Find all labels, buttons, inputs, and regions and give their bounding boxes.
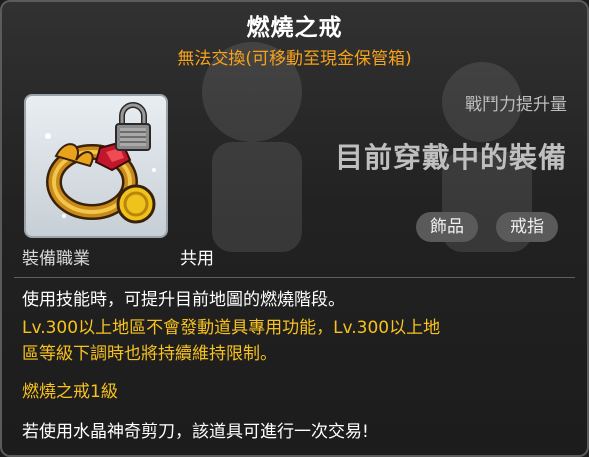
trade-restriction: 無法交換(可移動至現金保管箱)	[177, 49, 412, 69]
scissors-note: 若使用水晶神奇剪刀，該道具可進行一次交易!	[22, 422, 369, 442]
job-value: 共用	[180, 249, 214, 269]
description-line: 使用技能時，可提升目前地圖的燃燒階段。	[22, 290, 345, 310]
category-badge: 飾品	[416, 212, 478, 242]
item-tooltip: 燃燒之戒 無法交換(可移動至現金保管箱) 戰鬥力提升量 目前穿戴中的裝備 飾品 …	[0, 0, 589, 457]
job-label: 裝備職業	[22, 249, 90, 269]
equipped-status: 目前穿戴中的裝備	[334, 141, 567, 174]
ring-level: 燃燒之戒1級	[22, 382, 118, 402]
subcategory-badge: 戒指	[496, 212, 558, 242]
section-divider	[14, 277, 575, 278]
restriction-line: Lv.300以上地區不會發動道具專用功能，Lv.300以上地	[22, 318, 441, 338]
lock-icon	[115, 102, 151, 151]
item-icon-frame	[24, 94, 168, 238]
restriction-line: 區等級下調時也將持續維持限制。	[22, 344, 277, 364]
combat-power-label: 戰鬥力提升量	[465, 95, 567, 115]
item-name: 燃燒之戒	[246, 15, 343, 41]
